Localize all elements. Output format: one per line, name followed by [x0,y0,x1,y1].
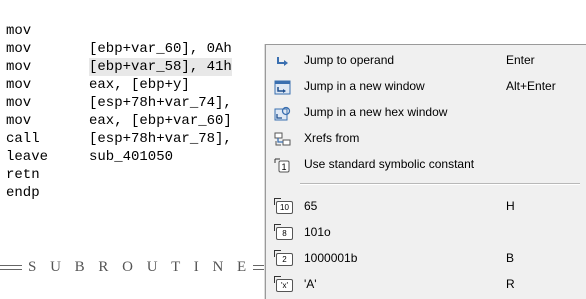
menu-item-symbolic-constant[interactable]: 1 Use standard symbolic constant [266,151,586,177]
menu-item-binary[interactable]: 2 1000001b B [266,245,586,271]
operand-selected[interactable]: [ebp+var_58], 41h [89,58,232,76]
symbolic-const-icon: 1 [274,156,291,173]
listing-line[interactable]: mov [esp+78h+var_74], [6,58,232,111]
subroutine-separator: S U B R O U T I N E [0,258,293,276]
base-badge: 'x' [276,279,293,292]
operand[interactable]: [esp+78h+var_74], [89,94,232,112]
listing-line[interactable]: mov [esp+78h+var_78], [6,94,232,147]
menu-item-decimal[interactable]: 10 65 H [266,193,586,219]
listing-line[interactable]: call sub_401050 [6,112,173,165]
listing-line[interactable]: mov eax, [ebp+y] [6,40,190,93]
listing-line[interactable]: retn [6,148,40,183]
menu-item-label: 101o [304,225,331,239]
menu-separator [300,183,580,185]
menu-item-shortcut: Alt+Enter [506,79,556,93]
listing-line[interactable]: mov [ebp+var_58], 41h [6,22,232,76]
base-badge: 8 [276,227,293,240]
menu-item-shortcut: H [506,199,515,213]
operand[interactable]: eax, [ebp+var_60] [89,112,232,130]
menu-item-label: 65 [304,199,318,213]
new-window-icon [274,78,291,95]
menu-item-octal[interactable]: 8 101o [266,219,586,245]
mnemonic: endp [6,185,40,201]
base-badge: 10 [276,201,293,214]
hex-window-icon [274,104,291,121]
operand[interactable]: [esp+78h+var_78], [89,130,232,148]
menu-item-jump-hex-window[interactable]: Jump in a new hex window [266,99,586,125]
char-icon: 'x' [274,276,293,292]
octal-icon: 8 [274,224,293,240]
operand[interactable]: [ebp+var_60], 0Ah [89,40,232,58]
menu-item-character[interactable]: 'x' 'A' R [266,271,586,297]
listing-line[interactable]: mov eax, [ebp+var_60] [6,76,232,129]
decimal-icon: 10 [274,198,293,214]
menu-item-jump-to-operand[interactable]: Jump to operand Enter [266,47,586,73]
context-menu: Jump to operand Enter Jump in a new wind… [265,44,586,299]
svg-text:1: 1 [281,162,286,172]
operand[interactable]: eax, [ebp+y] [89,76,190,94]
menu-item-jump-new-window[interactable]: Jump in a new window Alt+Enter [266,73,586,99]
menu-item-label: Xrefs from [304,131,360,145]
menu-item-label: Jump in a new window [304,79,425,93]
operand[interactable]: sub_401050 [89,148,173,166]
menu-item-label: Jump to operand [304,53,395,67]
jump-operand-icon [274,52,291,67]
menu-item-label: 1000001b [304,251,358,265]
listing-line[interactable]: endp [6,166,40,201]
xrefs-icon [274,130,291,146]
menu-item-label: Use standard symbolic constant [304,157,475,171]
base-badge: 2 [276,253,293,266]
menu-item-shortcut: R [506,277,515,291]
menu-item-shortcut: Enter [506,53,535,67]
menu-item-label: 'A' [304,277,317,291]
binary-icon: 2 [274,250,293,266]
listing-line[interactable]: mov [ebp+var_60], 0Ah [6,4,232,57]
listing-line[interactable]: leave [6,130,48,165]
menu-item-xrefs-from[interactable]: Xrefs from [266,125,586,151]
menu-item-label: Jump in a new hex window [304,105,448,119]
menu-item-shortcut: B [506,251,515,265]
